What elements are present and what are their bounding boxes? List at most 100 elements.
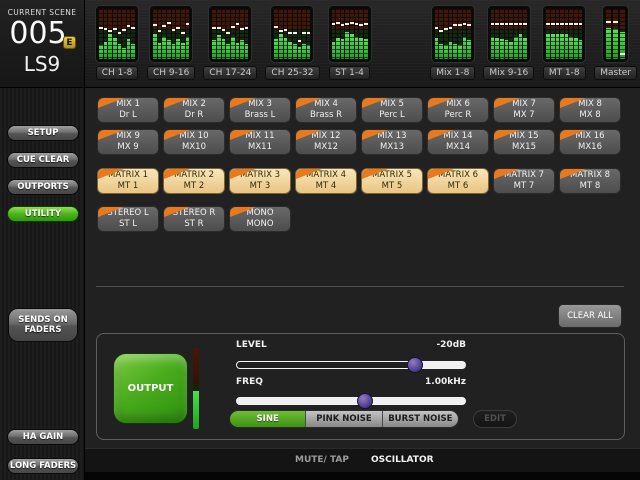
long-faders-button[interactable]: LONG FADERS bbox=[7, 458, 79, 474]
meter-block-mix-1-8[interactable]: Mix 1-8 bbox=[430, 5, 476, 80]
channel-button-stereo-l[interactable]: STEREO L ST L bbox=[97, 206, 159, 232]
channel-button-mix-3[interactable]: MIX 3 Brass L bbox=[229, 97, 291, 123]
sidebar-button-setup[interactable]: SETUP bbox=[7, 125, 79, 141]
level-slider-knob[interactable] bbox=[406, 357, 423, 373]
meter-group-outputs: Mix 1-8 Mix 9-16 MT 1-8 Master bbox=[430, 5, 637, 80]
meter-bar bbox=[226, 9, 230, 59]
meter-bar-fill bbox=[555, 34, 560, 59]
channel-button-matrix-7[interactable]: MATRIX 7 MT 7 bbox=[493, 168, 555, 194]
meter-bar-fill bbox=[550, 34, 555, 59]
channel-button-name: MX10 bbox=[182, 142, 206, 152]
channel-button-stereo-r[interactable]: STEREO R ST R bbox=[163, 206, 225, 232]
meter-bar bbox=[359, 9, 363, 59]
meter-bar bbox=[292, 9, 297, 59]
sidebar-button-cue-clear[interactable]: CUE CLEAR bbox=[7, 152, 79, 168]
fader-position-marker bbox=[235, 23, 240, 25]
waveform-button-burst-noise[interactable]: BURST NOISE bbox=[382, 411, 458, 427]
meter-bar bbox=[564, 9, 569, 59]
meter-block-mt-1-8[interactable]: MT 1-8 bbox=[542, 5, 587, 80]
channel-button-name: MT 6 bbox=[447, 181, 469, 191]
channel-button-mix-12[interactable]: MIX 12 MX12 bbox=[295, 129, 357, 155]
sidebar: SETUP CUE CLEAR OUTPORTS UTILITY SENDS ON F… bbox=[0, 88, 85, 480]
channel-button-mix-10[interactable]: MIX 10 MX10 bbox=[163, 129, 225, 155]
fader-position-marker bbox=[606, 21, 612, 23]
freq-slider[interactable] bbox=[236, 393, 466, 409]
level-slider[interactable] bbox=[236, 357, 466, 373]
channel-button-matrix-6[interactable]: MATRIX 6 MT 6 bbox=[427, 168, 489, 194]
meter-bar bbox=[523, 9, 527, 59]
edit-button[interactable]: EDIT bbox=[473, 410, 517, 428]
channel-button-matrix-1[interactable]: MATRIX 1 MT 1 bbox=[97, 168, 159, 194]
bottom-tab-bar: MUTE/ TAP OSCILLATOR bbox=[85, 448, 640, 480]
channel-button-name: Perc R bbox=[444, 110, 472, 120]
channel-button-mix-5[interactable]: MIX 5 Perc L bbox=[361, 97, 423, 123]
fader-position-marker bbox=[297, 40, 302, 42]
meter-block-mix-9-16[interactable]: Mix 9-16 bbox=[483, 5, 535, 80]
waveform-selector: SINE PINK NOISE BURST NOISE bbox=[229, 410, 459, 428]
oscillator-output-button[interactable]: OUTPUT bbox=[113, 353, 188, 424]
channel-button-mix-9[interactable]: MIX 9 MX 9 bbox=[97, 129, 159, 155]
channel-button-mix-11[interactable]: MIX 11 MX11 bbox=[229, 129, 291, 155]
sidebar-button-utility[interactable]: UTILITY bbox=[7, 206, 79, 222]
meter-bar bbox=[221, 9, 226, 59]
channel-button-matrix-8[interactable]: MATRIX 8 MT 8 bbox=[559, 168, 621, 194]
channel-button-name: MX13 bbox=[380, 142, 404, 152]
ha-gain-button[interactable]: HA GAIN bbox=[7, 429, 79, 445]
channel-button-matrix-5[interactable]: MATRIX 5 MT 5 bbox=[361, 168, 423, 194]
channel-button-mix-6[interactable]: MIX 6 Perc R bbox=[427, 97, 489, 123]
channel-button-mix-13[interactable]: MIX 13 MX13 bbox=[361, 129, 423, 155]
meter-bar-fill bbox=[99, 45, 103, 59]
fader-position-marker bbox=[444, 28, 448, 30]
fader-position-marker bbox=[244, 26, 249, 29]
fader-position-marker bbox=[340, 24, 345, 26]
fader-position-marker bbox=[131, 27, 135, 29]
meter-bar-fill bbox=[336, 38, 340, 59]
channel-button-mix-2[interactable]: MIX 2 Dr R bbox=[163, 97, 225, 123]
meter-block-master[interactable]: Master bbox=[594, 5, 637, 80]
freq-slider-knob[interactable] bbox=[356, 393, 373, 409]
meter-block-ch-9-16[interactable]: CH 9-16 bbox=[147, 5, 196, 80]
meter-bar bbox=[274, 9, 279, 59]
waveform-button-pink-noise[interactable]: PINK NOISE bbox=[306, 411, 383, 427]
meter-bar-fill bbox=[560, 34, 564, 59]
meter-bar bbox=[112, 9, 117, 59]
channel-button-mix-8[interactable]: MIX 8 MX 8 bbox=[559, 97, 621, 123]
meter-block-st-1-4[interactable]: ST 1-4 bbox=[327, 5, 372, 80]
sends-on-faders-button[interactable]: SENDS ON FADERS bbox=[8, 308, 78, 342]
channel-button-matrix-3[interactable]: MATRIX 3 MT 3 bbox=[229, 168, 291, 194]
channel-button-matrix-2[interactable]: MATRIX 2 MT 2 bbox=[163, 168, 225, 194]
channel-button-mix-1[interactable]: MIX 1 Dr L bbox=[97, 97, 159, 123]
meter-bar-fill bbox=[157, 43, 162, 59]
tab-oscillator[interactable]: OSCILLATOR bbox=[371, 455, 434, 465]
channel-button-mix-7[interactable]: MIX 7 MX 7 bbox=[493, 97, 555, 123]
meter-display bbox=[486, 5, 531, 63]
channel-button-mix-15[interactable]: MIX 15 MX15 bbox=[493, 129, 555, 155]
waveform-button-sine[interactable]: SINE bbox=[230, 411, 307, 427]
fader-position-marker bbox=[490, 23, 495, 25]
fader-position-marker bbox=[279, 30, 283, 32]
clear-all-button[interactable]: CLEAR ALL bbox=[558, 304, 622, 328]
channel-button-mix-14[interactable]: MIX 14 MX14 bbox=[427, 129, 489, 155]
channel-button-matrix-4[interactable]: MATRIX 4 MT 4 bbox=[295, 168, 357, 194]
meter-bar bbox=[131, 9, 135, 59]
channel-button-mix-16[interactable]: MIX 16 MX16 bbox=[559, 129, 621, 155]
fader-position-marker bbox=[345, 23, 349, 25]
channel-button-mono[interactable]: MONO MONO bbox=[229, 206, 291, 232]
fader-position-marker bbox=[336, 21, 340, 24]
meter-block-ch-17-24[interactable]: CH 17-24 bbox=[203, 5, 258, 80]
meter-block-ch-1-8[interactable]: CH 1-8 bbox=[95, 5, 139, 80]
channel-button-mix-4[interactable]: MIX 4 Brass R bbox=[295, 97, 357, 123]
sidebar-button-outports[interactable]: OUTPORTS bbox=[7, 179, 79, 195]
meter-bar bbox=[350, 9, 354, 59]
channel-button-name: Dr L bbox=[119, 110, 137, 120]
meter-bar-fill bbox=[162, 36, 167, 59]
meter-block-ch-25-32[interactable]: CH 25-32 bbox=[265, 5, 320, 80]
meter-block-label: CH 25-32 bbox=[265, 66, 320, 80]
fader-position-marker bbox=[176, 26, 180, 29]
meter-bar-fill bbox=[345, 31, 349, 59]
fader-position-marker bbox=[620, 53, 626, 55]
meter-bar-fill bbox=[131, 44, 135, 59]
meter-bar bbox=[513, 9, 518, 59]
meter-bar bbox=[555, 9, 560, 59]
tab-mute-tap[interactable]: MUTE/ TAP bbox=[295, 455, 349, 465]
